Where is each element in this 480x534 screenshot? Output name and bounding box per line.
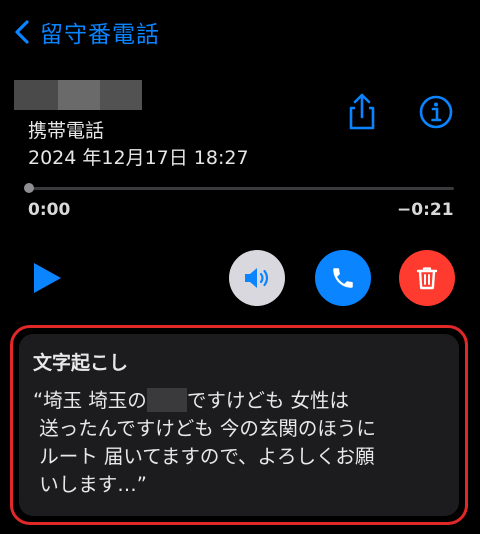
phone-icon: [333, 268, 353, 288]
back-button[interactable]: 留守番電話: [10, 14, 160, 50]
caller-type: 携帯電話: [28, 120, 105, 142]
call-back-button[interactable]: [315, 250, 371, 306]
transcript-line3: ルート 届いてますので、よろしくお願: [33, 445, 375, 468]
playback-track[interactable]: [28, 187, 454, 190]
transcript-panel: 文字起こし “埼玉 埼玉の ですけども 女性は 送ったんですけども 今の玄関のほう…: [19, 334, 459, 516]
chevron-left-icon: [15, 20, 29, 44]
share-icon[interactable]: [344, 92, 380, 132]
back-title: 留守番電話: [40, 22, 160, 48]
remaining-time: −0:21: [397, 200, 454, 220]
info-icon[interactable]: [418, 94, 454, 130]
transcript-line1-before: “埼玉 埼玉の: [33, 389, 147, 412]
transcript-heading: 文字起こし: [33, 352, 129, 374]
speaker-button[interactable]: [229, 250, 285, 306]
transcript-highlight: 文字起こし “埼玉 埼玉の ですけども 女性は 送ったんですけども 今の玄関のほう…: [10, 325, 468, 525]
trash-icon: [416, 267, 438, 290]
redacted-text: [146, 388, 187, 412]
delete-button[interactable]: [399, 250, 455, 306]
transcript-line4: いします…”: [33, 473, 147, 496]
transcript-body: “埼玉 埼玉の ですけども 女性は 送ったんですけども 今の玄関のほうに ルート …: [33, 387, 447, 499]
playback-knob[interactable]: [24, 183, 34, 193]
voicemail-datetime: 2024 年12月17日 18:27: [28, 147, 249, 169]
elapsed-time: 0:00: [28, 200, 71, 220]
play-icon[interactable]: [26, 258, 66, 298]
speaker-icon: [245, 268, 269, 288]
transcript-line1-after: ですけども 女性は: [186, 389, 350, 412]
redacted-caller-name: [14, 80, 142, 110]
transcript-line2: 送ったんですけども 今の玄関のほうに: [33, 417, 376, 440]
